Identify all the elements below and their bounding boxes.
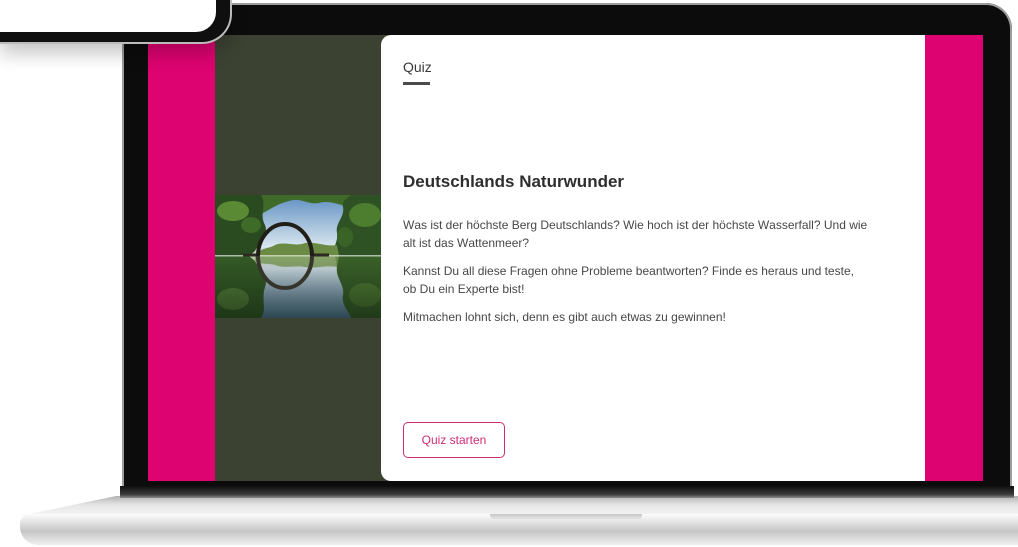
quiz-label: Quiz [403,59,432,75]
phone-screen [0,0,216,32]
accent-strip-right [925,35,983,481]
quiz-label-underline [403,82,430,85]
laptop-lid: Quiz Deutschlands Naturwunder Was ist de… [122,3,1012,491]
phone-frame [0,0,230,42]
laptop-hinge [120,486,1014,498]
quiz-cover-image [215,195,383,318]
laptop-base-top [20,496,1018,516]
quiz-intro-paragraph: Was ist der höchste Berg Deutschlands? W… [403,218,868,250]
quiz-intro-paragraph: Mitmachen lohnt sich, denn es gibt auch … [403,310,726,324]
side-panel [215,35,387,481]
forest-reflection [215,255,383,318]
quiz-intro-paragraph: Kannst Du all diese Fragen ohne Probleme… [403,264,854,296]
phone-mockup [0,0,232,44]
quiz-card: Quiz Deutschlands Naturwunder Was ist de… [381,35,925,481]
trackpad-notch [490,514,642,520]
quiz-start-button[interactable]: Quiz starten [403,422,505,458]
quiz-title: Deutschlands Naturwunder [403,172,625,191]
accent-strip-left [148,35,215,481]
quiz-description: Was ist der höchste Berg Deutschlands? W… [403,217,869,338]
laptop-screen: Quiz Deutschlands Naturwunder Was ist de… [148,35,983,481]
